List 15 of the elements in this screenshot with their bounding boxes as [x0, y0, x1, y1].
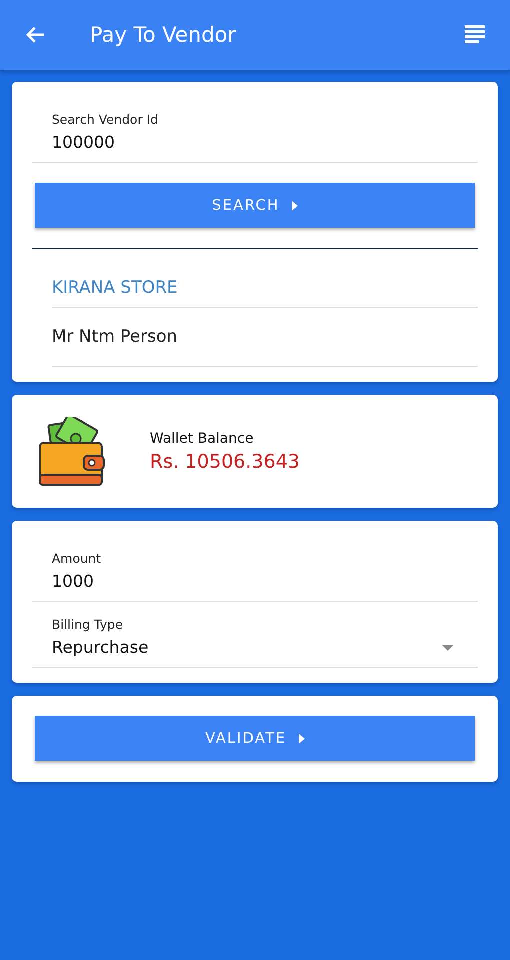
wallet-icon: [38, 416, 106, 486]
store-name: KIRANA STORE: [52, 278, 178, 298]
play-arrow-icon: [298, 734, 304, 744]
search-button[interactable]: SEARCH: [35, 183, 475, 228]
menu-icon[interactable]: [464, 25, 486, 45]
validate-button[interactable]: VALIDATE: [35, 716, 475, 761]
wallet-balance-label: Wallet Balance: [150, 430, 255, 446]
vendor-id-field[interactable]: Search Vendor Id 100000: [32, 82, 478, 163]
billing-type-dropdown[interactable]: Billing Type Repurchase: [32, 602, 478, 668]
amount-field[interactable]: Amount 1000: [32, 521, 478, 602]
wallet-balance-amount: Rs. 10506.3643: [150, 450, 300, 472]
caret-icon: [442, 645, 454, 651]
play-arrow-icon: [292, 200, 298, 210]
screen-title: Pay To Vendor: [90, 23, 238, 47]
person-name: Mr Ntm Person: [52, 327, 178, 347]
